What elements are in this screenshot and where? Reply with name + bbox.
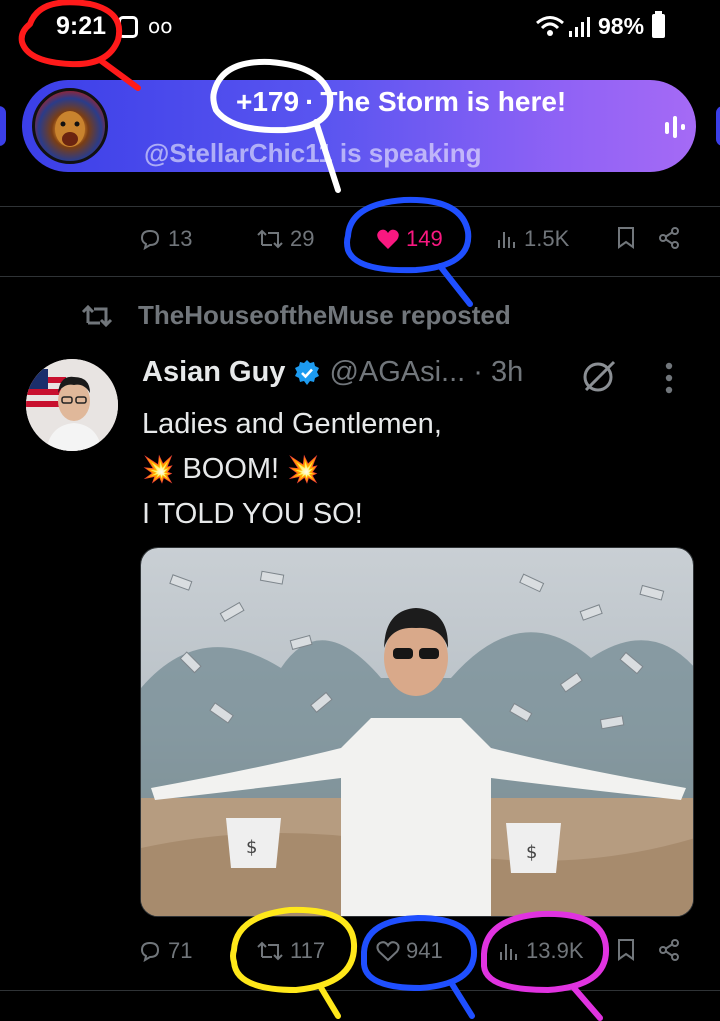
annotation-yellow-circle [230, 906, 358, 1019]
annotation-blue-circle-top [344, 196, 473, 307]
annotation-red-circle [18, 0, 141, 91]
annotation-overlay [18, 0, 610, 1021]
annotation-magenta-circle [481, 910, 610, 1021]
annotation-blue-circle-bottom [361, 914, 478, 1019]
annotation-white-circle [210, 58, 341, 193]
